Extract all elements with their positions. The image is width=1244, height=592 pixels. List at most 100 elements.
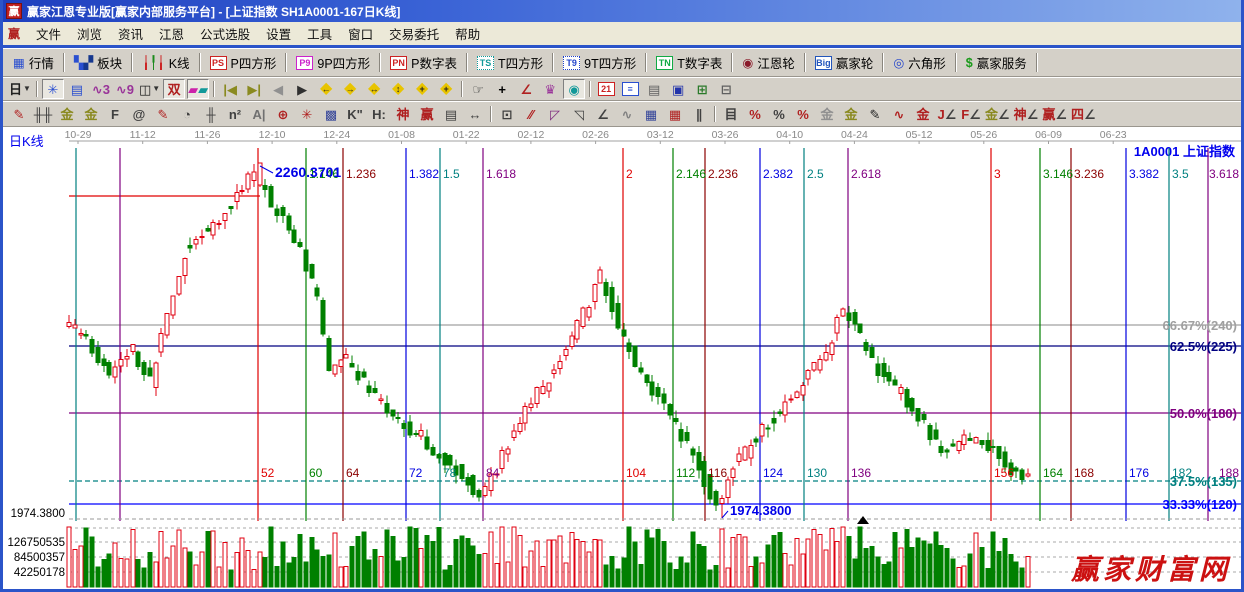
gold-lines-tool[interactable]: 金 [840,104,862,124]
menu-2[interactable]: 资讯 [110,22,151,45]
menu-9[interactable]: 帮助 [447,22,488,45]
comb-tool[interactable]: ╫ [200,104,222,124]
volume-distribution[interactable]: ▰▰ [187,79,209,99]
percent-red-tool[interactable]: % [744,104,766,124]
print-tool[interactable]: ⊟ [715,79,737,99]
star-grid-tool[interactable]: ✳ [296,104,318,124]
t-table-button[interactable]: TNT数字表 [650,50,728,75]
jump-right[interactable]: ◆→ [339,79,361,99]
gann-wheel-button[interactable]: ◉江恩轮 [736,50,800,75]
kline-chart-canvas[interactable]: 10-2911-1211-2612-1012-2401-0801-2202-12… [3,127,1241,589]
expand-vertical[interactable]: ◆↕ [387,79,409,99]
nav-last[interactable]: ▶| [243,79,265,99]
nav-next[interactable]: ▶ [291,79,313,99]
child-window-icon[interactable]: 赢 [6,26,22,41]
fan-box-tool[interactable]: ◸ [544,104,566,124]
si-angle-tool[interactable]: 四∠ [1070,104,1097,124]
wave-3-tool[interactable]: ∿3 [90,79,112,99]
width-arrow-tool[interactable]: ↔ [464,104,486,124]
gann-figure[interactable]: 双 [163,79,185,99]
fan-lines-tool[interactable]: ∕∕ [520,104,542,124]
menu-1[interactable]: 浏览 [69,22,110,45]
circle-cross-tool[interactable]: ⊕ [272,104,294,124]
time-comb-tool[interactable]: ╫╫ [32,104,54,124]
quotes-button[interactable]: ▦行情 [7,50,60,75]
ruler-123-tool[interactable]: ▤ [440,104,462,124]
p-square-button[interactable]: PSP四方形 [204,50,283,75]
a-line-tool[interactable]: A| [248,104,270,124]
net-update-tool[interactable]: ⊞ [691,79,713,99]
shen-angle-tool[interactable]: 神∠ [1013,104,1040,124]
hexagon-button[interactable]: ◎六角形 [887,50,951,75]
title-bar[interactable]: 赢 赢家江恩专业版[赢家内部服务平台] - [上证指数 SH1A0001-167… [3,0,1241,22]
zoom-in[interactable]: ◆+ [411,79,433,99]
shen-tool[interactable]: 神 [392,104,414,124]
nav-first[interactable]: |◀ [219,79,241,99]
gold-circle-tool[interactable]: 金 [816,104,838,124]
ying-tool[interactable]: 赢 [416,104,438,124]
menu-3[interactable]: 江恩 [151,22,192,45]
neural-tool[interactable]: ◉ [563,79,585,99]
candle-style[interactable]: ◫▼ [138,79,161,99]
calendar-tool[interactable]: 21 [595,79,617,99]
gold-fence-2[interactable]: 金 [80,104,102,124]
menu-7[interactable]: 窗口 [340,22,381,45]
grid-arrow-tool[interactable]: ▦ [664,104,686,124]
winner-wheel-button[interactable]: Big赢家轮 [809,50,880,75]
percent-tool[interactable]: % [768,104,790,124]
menu-6[interactable]: 工具 [299,22,340,45]
calculator-tool[interactable]: ≡ [619,79,641,99]
clock-cycle-tool[interactable]: ◔ [176,104,198,124]
jump-left[interactable]: ◆← [315,79,337,99]
9t-square-button[interactable]: T99T四方形 [557,50,642,75]
square-grid-tool[interactable]: ▩ [320,104,342,124]
info-document[interactable]: ▤ [66,79,88,99]
pencil-mark-tool[interactable]: ✎ [864,104,886,124]
gold-angle-tool[interactable]: 金∠ [984,104,1011,124]
angle-tool[interactable]: ∠ [515,79,537,99]
pencil-tool[interactable]: ✎ [8,104,30,124]
spiral-tool[interactable]: @ [128,104,150,124]
k-quote-tool[interactable]: K" [344,104,366,124]
ying-angle-tool[interactable]: 赢∠ [1041,104,1068,124]
menu-5[interactable]: 设置 [258,22,299,45]
zoom-all[interactable]: ◆+ [435,79,457,99]
parallel-lines-tool[interactable]: ∥ [688,104,710,124]
wave-tool[interactable]: ∿ [616,104,638,124]
kline-button[interactable]: ╽╿╽K线 [136,50,195,75]
f-angle-tool[interactable]: F∠ [960,104,982,124]
chart-area[interactable]: 10-2911-1211-2612-1012-2401-0801-2202-12… [3,127,1241,589]
box-handles-tool[interactable]: ⊡ [496,104,518,124]
n2-tool[interactable]: n² [224,104,246,124]
wave-9-tool[interactable]: ∿9 [114,79,136,99]
save-tool[interactable]: ▣ [667,79,689,99]
menu-4[interactable]: 公式选股 [192,22,258,45]
overlay-chart[interactable]: ✳ [42,79,64,99]
menu-0[interactable]: 文件 [28,22,69,45]
sectors-button[interactable]: ▚▞板块 [68,50,128,75]
h-dots-tool[interactable]: H: [368,104,390,124]
service-button[interactable]: $赢家服务 [960,50,1033,75]
pencil-ruler-tool[interactable]: ✎ [152,104,174,124]
9p-square-button[interactable]: P99P四方形 [290,50,376,75]
gold-fence-1[interactable]: 金 [56,104,78,124]
nav-prev[interactable]: ◀ [267,79,289,99]
angle-lines-tool[interactable]: ∠ [592,104,614,124]
stats-table-tool[interactable]: 目 [720,104,742,124]
menu-8[interactable]: 交易委托 [381,22,447,45]
fan-square-tool[interactable]: ◹ [568,104,590,124]
j-angle-tool[interactable]: J∠ [936,104,958,124]
f-fence-tool[interactable]: F [104,104,126,124]
expand-horizontal[interactable]: ◆↔ [363,79,385,99]
t-square-button[interactable]: TST四方形 [471,50,549,75]
gann-marker[interactable]: ♛ [539,79,561,99]
wave-channel-tool[interactable]: ∿ [888,104,910,124]
notebook-tool[interactable]: ▤ [643,79,665,99]
period-selector[interactable]: 日▼ [8,79,32,99]
p-table-button[interactable]: PNP数字表 [384,50,463,75]
pan-hand[interactable]: ☞ [467,79,489,99]
percent-under-tool[interactable]: % [792,104,814,124]
gold-under-tool[interactable]: 金 [912,104,934,124]
crosshair[interactable]: + [491,79,513,99]
grid-tool[interactable]: ▦ [640,104,662,124]
